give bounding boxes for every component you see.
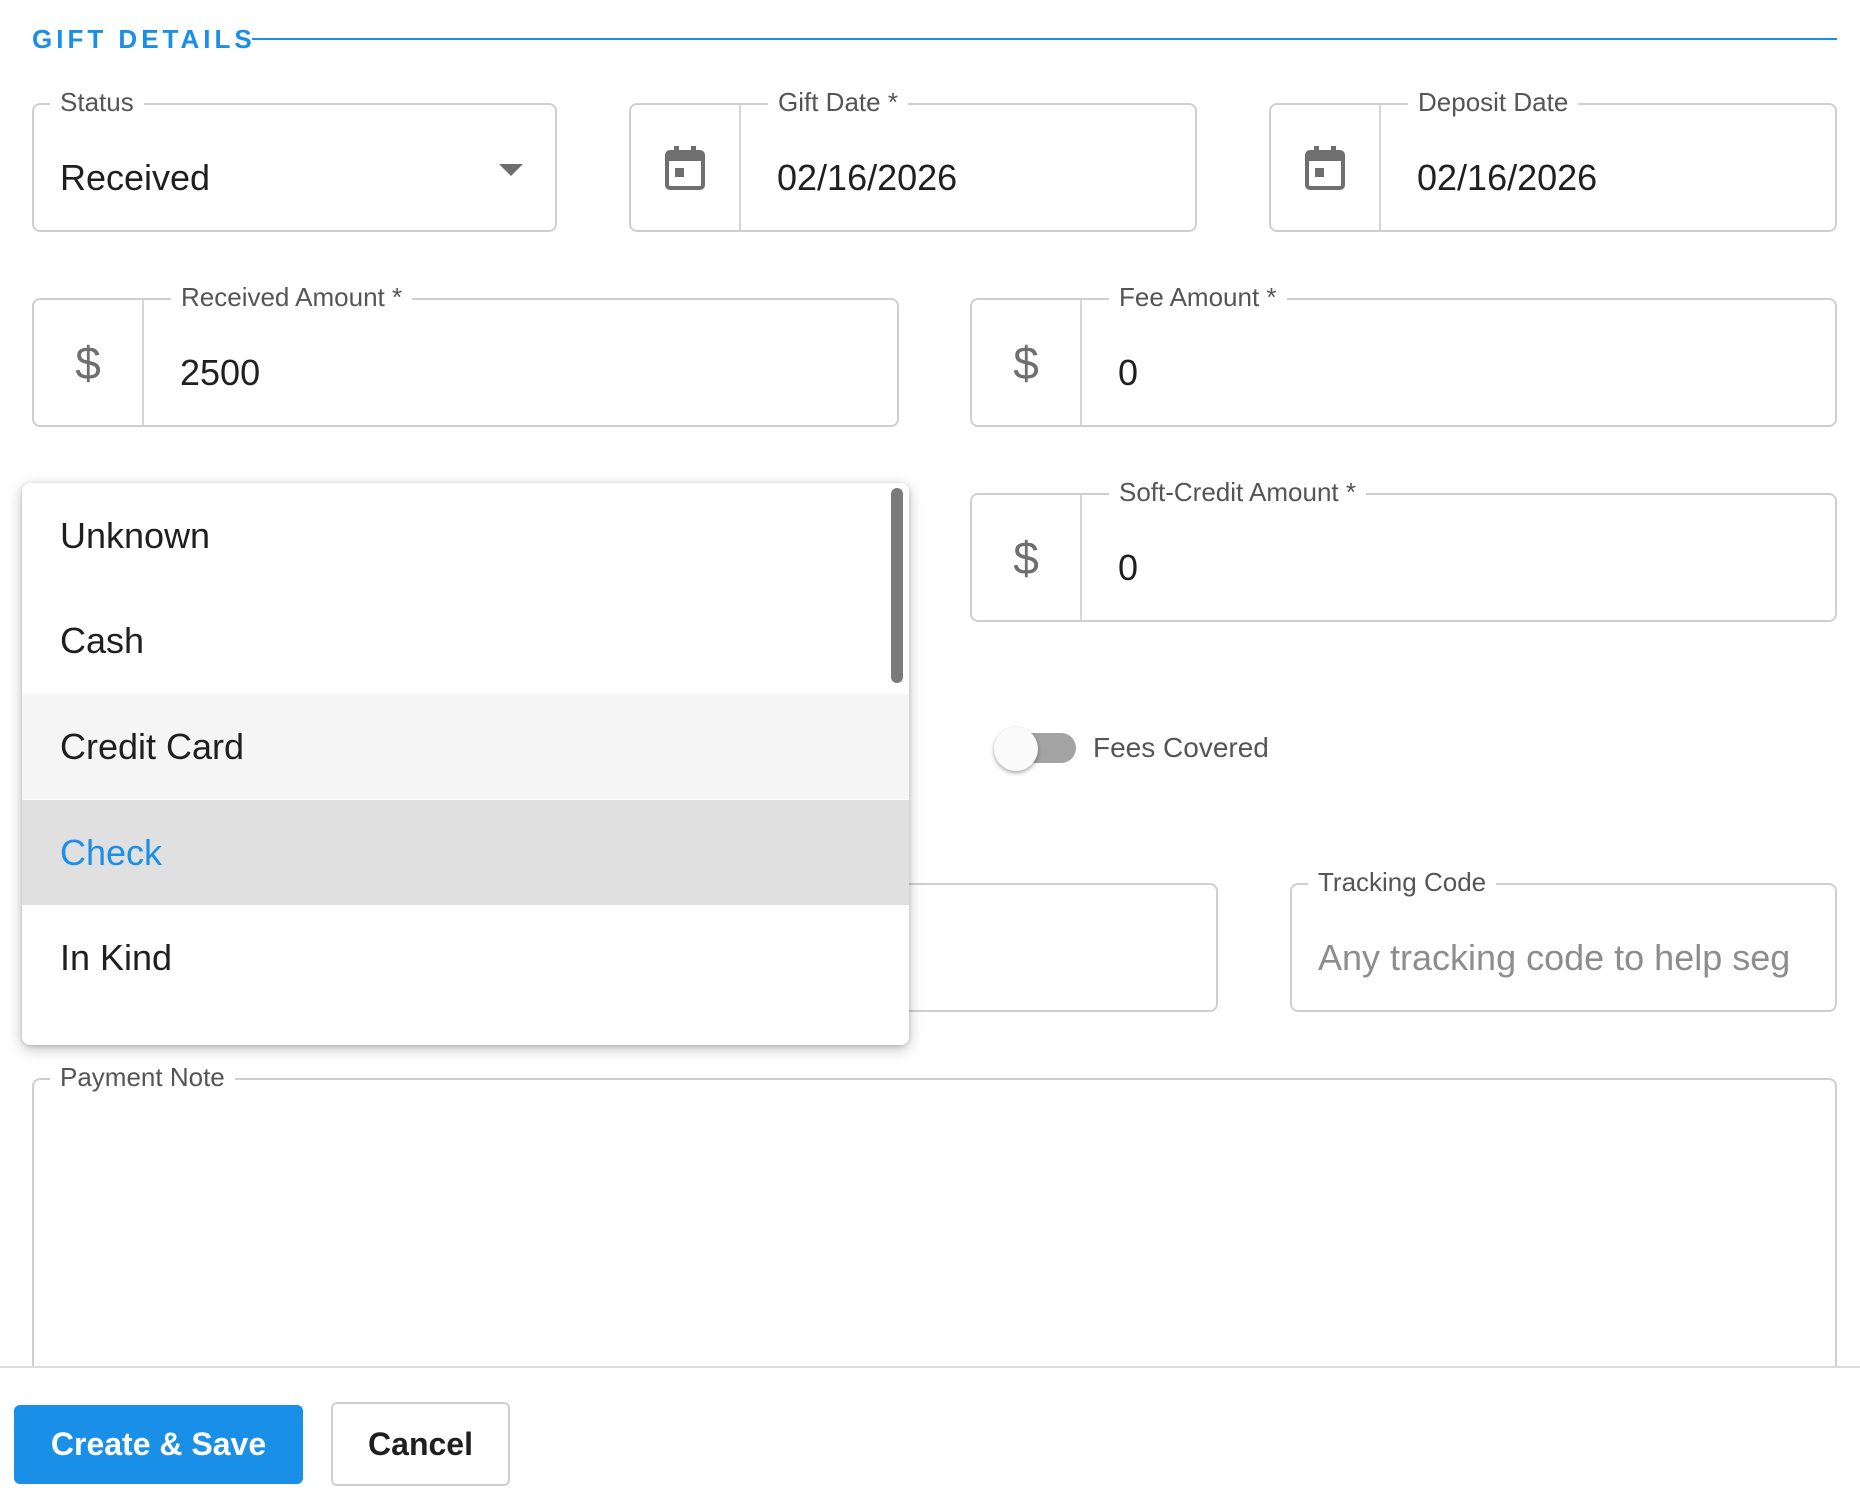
- soft-credit-amount-value: 0: [1118, 547, 1139, 588]
- fee-amount-field[interactable]: $ Fee Amount * 0: [970, 282, 1837, 427]
- received-amount-field[interactable]: $ Received Amount * 2500: [32, 282, 899, 427]
- payment-note-label: Payment Note: [50, 1062, 235, 1093]
- footer-divider: [0, 1366, 1860, 1368]
- received-amount-label: Received Amount *: [171, 282, 413, 313]
- deposit-date-calendar-button[interactable]: [1271, 105, 1381, 230]
- status-value: Received: [60, 157, 211, 198]
- section-divider: [252, 38, 1837, 40]
- cancel-button[interactable]: Cancel: [331, 1402, 510, 1486]
- menu-item-in-kind[interactable]: In Kind: [22, 905, 909, 1010]
- dollar-icon: $: [1013, 531, 1039, 584]
- gift-date-calendar-button[interactable]: [631, 105, 741, 230]
- fees-covered-label: Fees Covered: [1093, 732, 1269, 763]
- gift-date-label: Gift Date *: [768, 87, 908, 118]
- gift-date-value: 02/16/2026: [777, 157, 958, 198]
- menu-item-cash[interactable]: Cash: [22, 588, 909, 693]
- tracking-code-field[interactable]: Tracking Code Any tracking code to help …: [1290, 867, 1837, 1012]
- calendar-icon: [665, 145, 705, 190]
- section-title: GIFT DETAILS: [32, 24, 256, 54]
- payment-note-field[interactable]: Payment Note: [32, 1062, 1837, 1368]
- tracking-code-placeholder: Any tracking code to help seg: [1318, 937, 1791, 978]
- create-save-button[interactable]: Create & Save: [14, 1405, 303, 1484]
- gift-date-field[interactable]: Gift Date * 02/16/2026: [629, 87, 1197, 232]
- currency-adornment: $: [34, 300, 144, 425]
- tracking-code-label: Tracking Code: [1308, 867, 1497, 898]
- fee-amount-value: 0: [1118, 352, 1139, 393]
- deposit-date-label: Deposit Date: [1408, 87, 1579, 118]
- chevron-down-icon: [499, 164, 523, 176]
- dollar-icon: $: [1013, 336, 1039, 389]
- menu-item-unknown[interactable]: Unknown: [22, 483, 909, 588]
- currency-adornment: $: [972, 300, 1082, 425]
- fees-covered-toggle[interactable]: [994, 727, 1038, 771]
- deposit-date-value: 02/16/2026: [1417, 157, 1598, 198]
- menu-item-credit-card[interactable]: Credit Card: [22, 694, 909, 799]
- payment-method-menu[interactable]: Unknown Cash Credit Card Check In Kind: [22, 483, 909, 1045]
- soft-credit-amount-field[interactable]: $ Soft-Credit Amount * 0: [970, 477, 1837, 622]
- menu-scrollbar[interactable]: [891, 488, 903, 683]
- status-label: Status: [50, 87, 144, 118]
- status-select[interactable]: Status Received: [32, 87, 557, 232]
- calendar-icon: [1305, 145, 1345, 190]
- currency-adornment: $: [972, 495, 1082, 620]
- received-amount-value: 2500: [180, 352, 261, 393]
- fee-amount-label: Fee Amount *: [1109, 282, 1287, 313]
- deposit-date-field[interactable]: Deposit Date 02/16/2026: [1269, 87, 1837, 232]
- dollar-icon: $: [75, 336, 101, 389]
- soft-credit-amount-label: Soft-Credit Amount *: [1109, 477, 1366, 508]
- menu-item-check[interactable]: Check: [22, 800, 909, 905]
